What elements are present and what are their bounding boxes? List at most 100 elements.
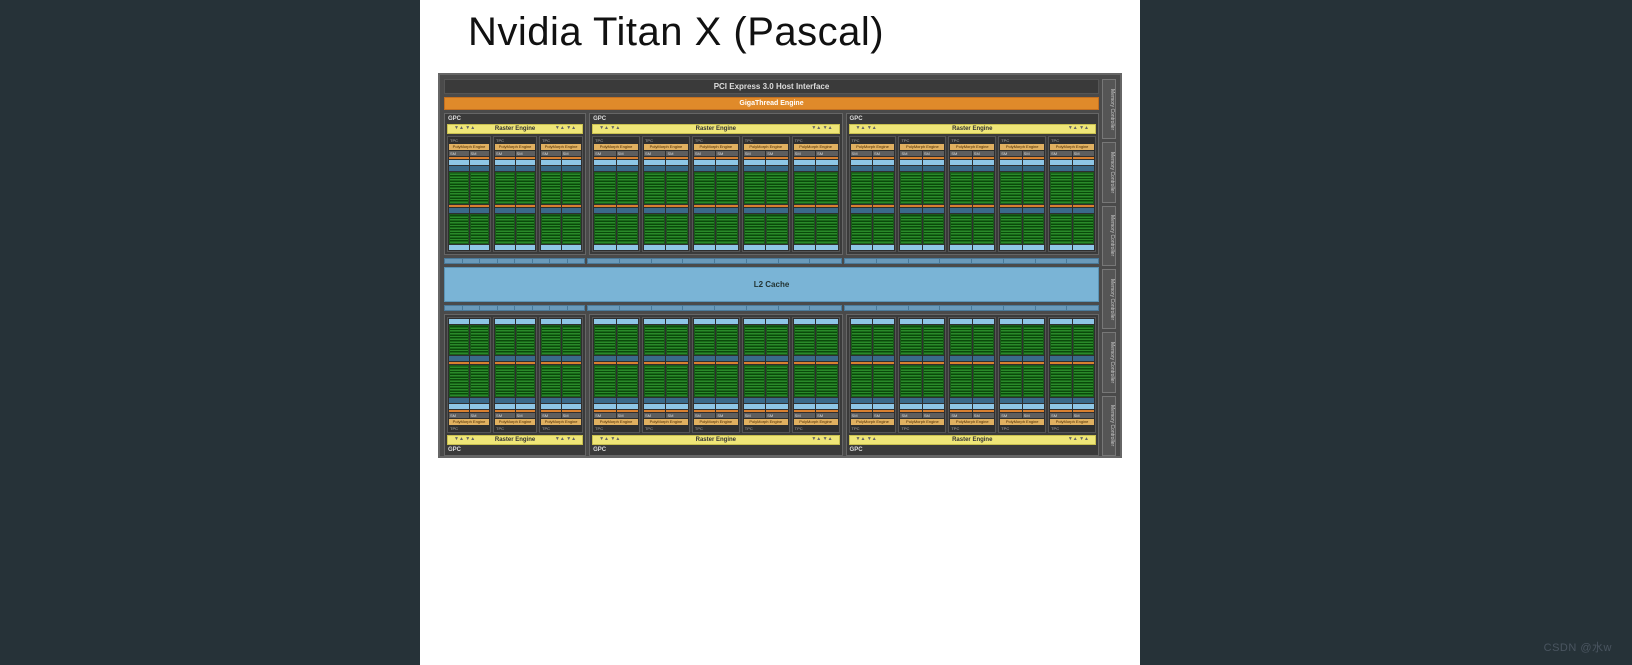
sm-instruction-cache bbox=[449, 410, 469, 412]
sm-register-file bbox=[851, 319, 872, 324]
sm-scheduler bbox=[716, 160, 737, 165]
sm-dispatch bbox=[644, 166, 665, 171]
sm-block: SM bbox=[744, 319, 765, 418]
sm-dispatch bbox=[617, 208, 638, 213]
tpc-label: TPC bbox=[851, 138, 895, 143]
sm-label: SM bbox=[794, 151, 815, 156]
sm-divider bbox=[495, 205, 515, 207]
cuda-core-array bbox=[617, 172, 638, 204]
interconnect-segment bbox=[844, 258, 1099, 264]
sm-scheduler bbox=[666, 160, 687, 165]
gpc-block: TPCPolyMorph EngineSMSMTPCPolyMorph Engi… bbox=[444, 314, 586, 456]
sm-dispatch bbox=[1000, 398, 1021, 403]
cuda-core-array bbox=[716, 365, 737, 397]
cuda-core-array bbox=[900, 325, 921, 355]
sm-scheduler bbox=[449, 404, 469, 409]
memory-controller: Memory Controller bbox=[1102, 142, 1116, 202]
cuda-core-array bbox=[950, 365, 971, 397]
tpc-block: TPCPolyMorph EngineSMSM bbox=[447, 317, 491, 433]
polymorph-engine: PolyMorph Engine bbox=[644, 419, 688, 425]
cuda-core-array bbox=[900, 365, 921, 397]
tpc-block: TPCPolyMorph EngineSMSM bbox=[642, 136, 690, 252]
sm-block: SM bbox=[1050, 151, 1071, 250]
sm-scheduler bbox=[1073, 160, 1094, 165]
tpc-block: TPCPolyMorph EngineSMSM bbox=[948, 317, 996, 433]
tpc-label: TPC bbox=[1050, 138, 1094, 143]
sm-label: SM bbox=[470, 413, 490, 418]
sm-divider bbox=[666, 362, 687, 364]
cuda-core-array bbox=[666, 325, 687, 355]
sm-dispatch bbox=[851, 208, 872, 213]
gpc-label: GPC bbox=[592, 447, 839, 453]
tpc-label: TPC bbox=[900, 426, 944, 431]
polymorph-engine: PolyMorph Engine bbox=[851, 419, 895, 425]
sm-register-file bbox=[716, 245, 737, 250]
cuda-core-array bbox=[744, 172, 765, 204]
gpc-block: TPCPolyMorph EngineSMSMTPCPolyMorph Engi… bbox=[589, 314, 842, 456]
sm-register-file bbox=[1050, 319, 1071, 324]
sm-label: SM bbox=[449, 151, 469, 156]
cuda-core-array bbox=[594, 172, 615, 204]
cuda-core-array bbox=[851, 214, 872, 244]
sm-dispatch bbox=[851, 356, 872, 361]
sm-divider bbox=[541, 205, 561, 207]
sm-divider bbox=[900, 205, 921, 207]
sm-dispatch bbox=[950, 208, 971, 213]
sm-dispatch bbox=[1000, 208, 1021, 213]
sm-block: SM bbox=[816, 151, 837, 250]
sm-register-file bbox=[1073, 245, 1094, 250]
sm-pair: SMSM bbox=[950, 151, 994, 250]
sm-register-file bbox=[873, 319, 894, 324]
tpc-label: TPC bbox=[1050, 426, 1094, 431]
sm-block: SM bbox=[449, 319, 469, 418]
sm-register-file bbox=[470, 319, 490, 324]
sm-dispatch bbox=[744, 356, 765, 361]
sm-register-file bbox=[470, 245, 490, 250]
gpc-block: GPCRaster EngineTPCPolyMorph EngineSMSMT… bbox=[589, 113, 842, 255]
sm-label: SM bbox=[744, 151, 765, 156]
sm-scheduler bbox=[900, 404, 921, 409]
sm-dispatch bbox=[973, 166, 994, 171]
tpc-label: TPC bbox=[449, 426, 489, 431]
cuda-core-array bbox=[766, 325, 787, 355]
sm-scheduler bbox=[900, 160, 921, 165]
gpc-label: GPC bbox=[849, 116, 1096, 122]
sm-divider bbox=[449, 362, 469, 364]
sm-divider bbox=[1073, 205, 1094, 207]
sm-block: SM bbox=[541, 319, 561, 418]
sm-divider bbox=[766, 362, 787, 364]
sm-dispatch bbox=[900, 166, 921, 171]
sm-dispatch bbox=[950, 398, 971, 403]
sm-dispatch bbox=[470, 208, 490, 213]
tpc-label: TPC bbox=[541, 426, 581, 431]
cuda-core-array bbox=[950, 325, 971, 355]
sm-dispatch bbox=[716, 208, 737, 213]
cuda-core-array bbox=[666, 172, 687, 204]
tpc-block: TPCPolyMorph EngineSMSM bbox=[998, 136, 1046, 252]
sm-pair: SMSM bbox=[851, 151, 895, 250]
sm-scheduler bbox=[716, 404, 737, 409]
sm-scheduler bbox=[950, 160, 971, 165]
sm-block: SM bbox=[1023, 151, 1044, 250]
sm-dispatch bbox=[923, 166, 944, 171]
sm-block: SM bbox=[594, 151, 615, 250]
cuda-core-array bbox=[973, 325, 994, 355]
tpc-block: TPCPolyMorph EngineSMSM bbox=[642, 317, 690, 433]
tpc-label: TPC bbox=[449, 138, 489, 143]
sm-dispatch bbox=[644, 208, 665, 213]
sm-pair: SMSM bbox=[900, 319, 944, 418]
sm-dispatch bbox=[973, 398, 994, 403]
sm-dispatch bbox=[1073, 356, 1094, 361]
sm-instruction-cache bbox=[1050, 157, 1071, 159]
sm-label: SM bbox=[562, 151, 582, 156]
sm-instruction-cache bbox=[744, 410, 765, 412]
sm-instruction-cache bbox=[562, 410, 582, 412]
sm-pair: SMSM bbox=[1000, 151, 1044, 250]
cuda-core-array bbox=[794, 325, 815, 355]
sm-dispatch bbox=[562, 166, 582, 171]
sm-divider bbox=[851, 205, 872, 207]
polymorph-engine: PolyMorph Engine bbox=[694, 419, 738, 425]
gpc-block: TPCPolyMorph EngineSMSMTPCPolyMorph Engi… bbox=[846, 314, 1099, 456]
sm-dispatch bbox=[1050, 398, 1071, 403]
sm-label: SM bbox=[594, 413, 615, 418]
